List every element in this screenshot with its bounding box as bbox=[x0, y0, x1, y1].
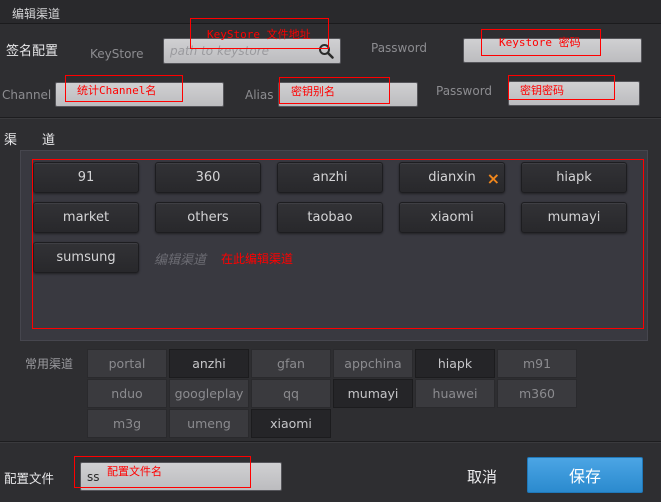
common-channel-item[interactable]: umeng bbox=[169, 409, 249, 438]
config-file-label: 配置文件 bbox=[4, 471, 55, 486]
config-file-input[interactable] bbox=[80, 462, 282, 491]
channel-chip-label: xiaomi bbox=[430, 210, 474, 225]
channel-chip[interactable]: others bbox=[155, 202, 261, 233]
alias-label: Alias bbox=[245, 88, 274, 102]
common-channel-item[interactable]: gfan bbox=[251, 349, 331, 378]
channel-chip[interactable]: anzhi bbox=[277, 162, 383, 193]
channel-chip-label: sumsung bbox=[56, 250, 116, 265]
channel-chip[interactable]: market bbox=[33, 202, 139, 233]
common-channel-item[interactable]: googleplay bbox=[169, 379, 249, 408]
keystore-password-input[interactable] bbox=[463, 38, 642, 63]
channel-chip[interactable]: sumsung bbox=[33, 242, 139, 273]
common-channel-item[interactable]: nduo bbox=[87, 379, 167, 408]
channel-edit-input[interactable] bbox=[152, 248, 352, 272]
title-bar bbox=[0, 0, 661, 24]
key-password-input[interactable] bbox=[508, 81, 640, 106]
keystore-path-input[interactable] bbox=[163, 38, 341, 64]
common-channel-item[interactable]: qq bbox=[251, 379, 331, 408]
channel-chip-label: 360 bbox=[195, 170, 221, 185]
channel-chip-label: mumayi bbox=[547, 210, 601, 225]
channel-chip[interactable]: mumayi bbox=[521, 202, 627, 233]
channels-label: 渠道 bbox=[4, 133, 81, 148]
channel-chip[interactable]: 360 bbox=[155, 162, 261, 193]
common-channel-item[interactable]: huawei bbox=[415, 379, 495, 408]
channel-chip-label: taobao bbox=[307, 210, 353, 225]
channel-chip[interactable]: taobao bbox=[277, 202, 383, 233]
channel-name-input[interactable] bbox=[55, 82, 224, 107]
common-channel-item[interactable]: m91 bbox=[497, 349, 577, 378]
common-channel-item[interactable]: mumayi bbox=[333, 379, 413, 408]
channel-label: Channel bbox=[2, 88, 52, 102]
divider bbox=[0, 441, 661, 442]
common-channel-item[interactable]: anzhi bbox=[169, 349, 249, 378]
signing-section-label: 签名配置 bbox=[6, 44, 59, 59]
key-password-label: Password bbox=[436, 84, 493, 98]
keystore-label: KeyStore bbox=[90, 47, 144, 61]
common-channel-item[interactable]: appchina bbox=[333, 349, 413, 378]
channel-chip[interactable]: xiaomi bbox=[399, 202, 505, 233]
dialog-title: 编辑渠道 bbox=[12, 7, 61, 21]
save-button[interactable]: 保存 bbox=[527, 457, 643, 493]
cancel-button[interactable]: 取消 bbox=[462, 463, 502, 489]
common-channel-item[interactable]: xiaomi bbox=[251, 409, 331, 438]
alias-input[interactable] bbox=[278, 82, 418, 107]
channel-chip-label: anzhi bbox=[312, 170, 348, 185]
divider bbox=[0, 117, 661, 118]
channel-chip[interactable]: 91 bbox=[33, 162, 139, 193]
close-icon[interactable]: × bbox=[487, 164, 500, 193]
channel-chip-label: hiapk bbox=[556, 170, 592, 185]
channel-chip-label: market bbox=[62, 210, 110, 225]
channel-chip-hovered[interactable]: dianxin × bbox=[399, 162, 505, 193]
search-icon[interactable] bbox=[318, 43, 334, 59]
channel-chip-label: 91 bbox=[77, 170, 95, 185]
common-channel-item[interactable]: hiapk bbox=[415, 349, 495, 378]
keystore-password-label: Password bbox=[371, 41, 428, 55]
common-channels-label: 常用渠道 bbox=[25, 357, 74, 371]
common-channel-item[interactable]: m360 bbox=[497, 379, 577, 408]
channel-chip-label: others bbox=[187, 210, 229, 225]
channel-chip[interactable]: hiapk bbox=[521, 162, 627, 193]
channel-chip-label: dianxin bbox=[428, 170, 476, 185]
common-channel-item[interactable]: portal bbox=[87, 349, 167, 378]
common-channel-item[interactable]: m3g bbox=[87, 409, 167, 438]
